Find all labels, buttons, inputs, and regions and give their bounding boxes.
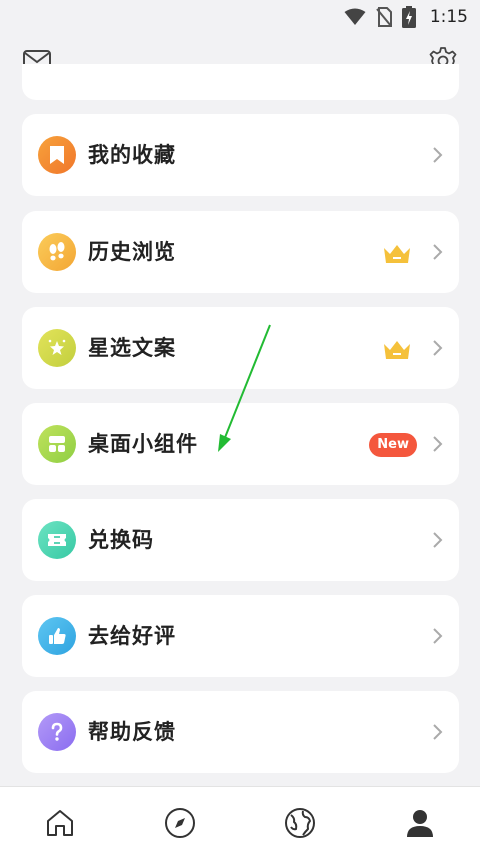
- home-icon: [47, 810, 73, 836]
- chevron-right-icon: [433, 628, 443, 644]
- nav-discover[interactable]: [160, 803, 200, 843]
- previous-card: [22, 64, 459, 100]
- menu-item-label: 我的收藏: [88, 143, 176, 167]
- chevron-right-icon: [433, 436, 443, 452]
- chevron-right-icon: [433, 532, 443, 548]
- chevron-right-icon: [433, 724, 443, 740]
- widget-icon: [38, 425, 76, 463]
- menu-item-label: 帮助反馈: [88, 720, 176, 744]
- chevron-right-icon: [433, 147, 443, 163]
- footprints-icon: [38, 233, 76, 271]
- status-time: 1:15: [429, 7, 468, 27]
- status-bar: 1:15: [0, 0, 480, 34]
- help-icon: [38, 713, 76, 751]
- thumbs-up-icon: [38, 617, 76, 655]
- menu-item-label: 桌面小组件: [88, 432, 198, 456]
- chevron-right-icon: [433, 340, 443, 356]
- menu-item-rate-app[interactable]: 去给好评: [22, 595, 459, 677]
- menu-item-featured-copy[interactable]: 星选文案: [22, 307, 459, 389]
- menu-item-label: 兑换码: [88, 528, 154, 552]
- menu-item-favorites[interactable]: 我的收藏: [22, 114, 459, 196]
- menu-item-label: 星选文案: [88, 336, 176, 360]
- no-sim-icon: [376, 7, 392, 27]
- menu-item-redeem-code[interactable]: 兑换码: [22, 499, 459, 581]
- nav-world[interactable]: [280, 803, 320, 843]
- globe-icon: [285, 808, 315, 838]
- star-sparkle-icon: [38, 329, 76, 367]
- nav-home[interactable]: [40, 803, 80, 843]
- bottom-nav: [0, 786, 480, 855]
- chevron-right-icon: [433, 244, 443, 260]
- menu-item-label: 去给好评: [88, 624, 176, 648]
- wifi-icon: [344, 8, 366, 25]
- compass-icon: [165, 808, 195, 838]
- menu-item-label: 历史浏览: [88, 240, 176, 264]
- menu-item-history[interactable]: 历史浏览: [22, 211, 459, 293]
- ticket-icon: [38, 521, 76, 559]
- new-badge: New: [369, 433, 417, 457]
- bookmark-icon: [38, 136, 76, 174]
- vip-crown-icon: [384, 245, 410, 263]
- battery-charging-icon: [401, 6, 416, 28]
- menu-item-help-feedback[interactable]: 帮助反馈: [22, 691, 459, 773]
- menu-item-desktop-widget[interactable]: 桌面小组件 New: [22, 403, 459, 485]
- nav-profile[interactable]: [400, 803, 440, 843]
- vip-crown-icon: [384, 341, 410, 359]
- profile-icon: [407, 810, 433, 837]
